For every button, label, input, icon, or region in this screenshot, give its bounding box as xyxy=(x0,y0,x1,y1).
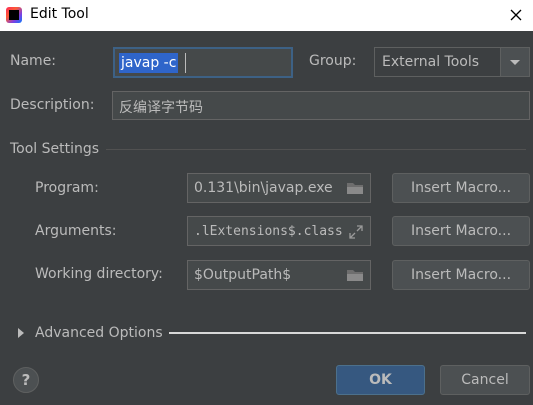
window-title: Edit Tool xyxy=(30,6,89,22)
working-directory-value: $OutputPath$ xyxy=(194,267,292,283)
title-bar: Edit Tool xyxy=(0,0,533,31)
triangle-right-icon[interactable] xyxy=(17,327,25,339)
advanced-divider xyxy=(169,332,526,334)
arguments-value: .lExtensions$.class xyxy=(194,224,343,239)
working-directory-insert-macro-label: Insert Macro... xyxy=(410,267,512,283)
group-value: External Tools xyxy=(382,54,480,70)
chevron-down-icon[interactable] xyxy=(500,48,529,76)
program-insert-macro-button[interactable]: Insert Macro... xyxy=(392,173,530,203)
section-divider xyxy=(106,149,526,150)
group-dropdown[interactable]: External Tools xyxy=(374,47,530,77)
group-label: Group: xyxy=(309,53,357,69)
tool-settings-heading: Tool Settings xyxy=(10,141,100,157)
working-directory-field[interactable]: $OutputPath$ xyxy=(187,260,371,290)
folder-icon[interactable] xyxy=(346,268,364,282)
arguments-label: Arguments: xyxy=(35,223,117,239)
cancel-label: Cancel xyxy=(461,372,509,388)
advanced-options-toggle[interactable]: Advanced Options xyxy=(35,325,163,341)
program-insert-macro-label: Insert Macro... xyxy=(410,180,512,196)
cancel-button[interactable]: Cancel xyxy=(440,365,530,395)
program-field[interactable]: 0.131\bin\javap.exe xyxy=(187,173,371,203)
program-label: Program: xyxy=(35,180,99,196)
program-value: 0.131\bin\javap.exe xyxy=(194,180,333,196)
text-caret xyxy=(185,53,186,73)
arguments-field[interactable]: .lExtensions$.class xyxy=(187,216,371,246)
description-field[interactable]: 反编译字节码 xyxy=(112,91,530,120)
name-value: javap -c xyxy=(119,53,179,73)
folder-icon[interactable] xyxy=(346,181,364,195)
working-directory-insert-macro-button[interactable]: Insert Macro... xyxy=(392,260,530,290)
help-icon[interactable]: ? xyxy=(13,367,39,393)
working-directory-label: Working directory: xyxy=(35,266,163,282)
name-label: Name: xyxy=(10,53,57,69)
description-value: 反编译字节码 xyxy=(119,100,203,116)
description-label: Description: xyxy=(10,97,95,113)
close-icon[interactable] xyxy=(505,4,527,26)
ok-button[interactable]: OK xyxy=(336,365,425,395)
name-field[interactable]: javap -c xyxy=(113,47,293,78)
arguments-insert-macro-button[interactable]: Insert Macro... xyxy=(392,216,530,246)
ok-label: OK xyxy=(369,372,392,388)
expand-icon[interactable] xyxy=(348,224,364,240)
arguments-insert-macro-label: Insert Macro... xyxy=(410,223,512,239)
app-logo-icon xyxy=(6,7,22,23)
